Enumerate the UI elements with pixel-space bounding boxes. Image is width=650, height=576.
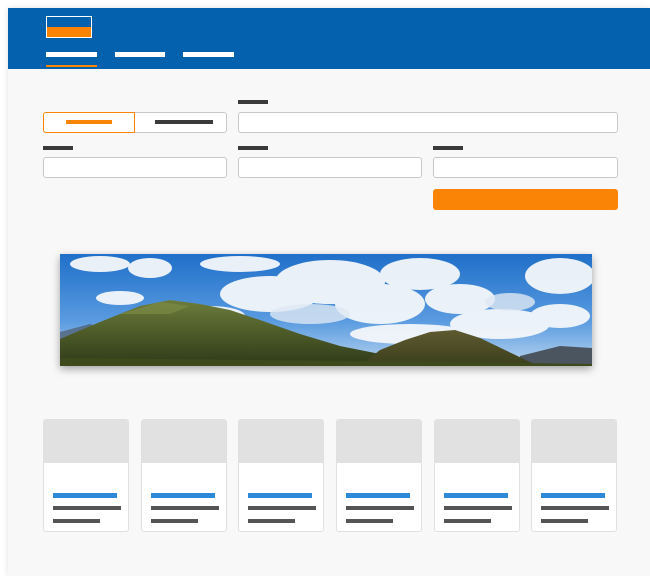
card-title [346,493,410,498]
submit-button[interactable] [433,189,618,210]
card-text-line [444,506,512,510]
card-text-line [444,519,491,523]
segment-option-1-label [66,120,112,124]
card-thumbnail [337,420,421,463]
card-3[interactable] [238,419,324,532]
field-label-4 [433,146,463,150]
card-title [444,493,508,498]
card-4[interactable] [336,419,422,532]
card-thumbnail [239,420,323,463]
segment-option-2[interactable] [135,112,227,133]
nav-item-3[interactable] [183,52,234,57]
segment-option-1[interactable] [43,112,135,133]
card-title [248,493,312,498]
text-field-1[interactable] [238,112,618,133]
nav-active-indicator [46,65,97,67]
text-field-2[interactable] [43,157,227,178]
card-title [541,493,605,498]
card-text-line [151,519,198,523]
card-text-line [346,519,393,523]
card-text-line [53,506,121,510]
card-text-line [151,506,219,510]
card-6[interactable] [531,419,617,532]
banner-image [60,254,592,366]
nav-item-1[interactable] [46,52,97,57]
mountain-landscape-image [60,254,592,366]
card-5[interactable] [434,419,520,532]
card-thumbnail [532,420,616,463]
nav-item-2[interactable] [115,52,165,57]
segment-option-2-label [155,120,213,124]
card-text-line [541,506,609,510]
logo-icon[interactable] [46,16,92,38]
card-thumbnail [435,420,519,463]
segmented-control [43,112,227,133]
field-label-3 [238,146,268,150]
card-text-line [346,506,414,510]
field-label-1 [238,100,268,104]
field-label-2 [43,146,73,150]
card-2[interactable] [141,419,227,532]
card-text-line [53,519,100,523]
app-frame [8,8,650,576]
card-thumbnail [142,420,226,463]
text-field-4[interactable] [433,157,618,178]
card-1[interactable] [43,419,129,532]
card-title [151,493,215,498]
card-text-line [541,519,588,523]
text-field-3[interactable] [238,157,422,178]
card-text-line [248,519,295,523]
card-text-line [248,506,316,510]
top-header [8,8,650,69]
card-thumbnail [44,420,128,463]
card-title [53,493,117,498]
